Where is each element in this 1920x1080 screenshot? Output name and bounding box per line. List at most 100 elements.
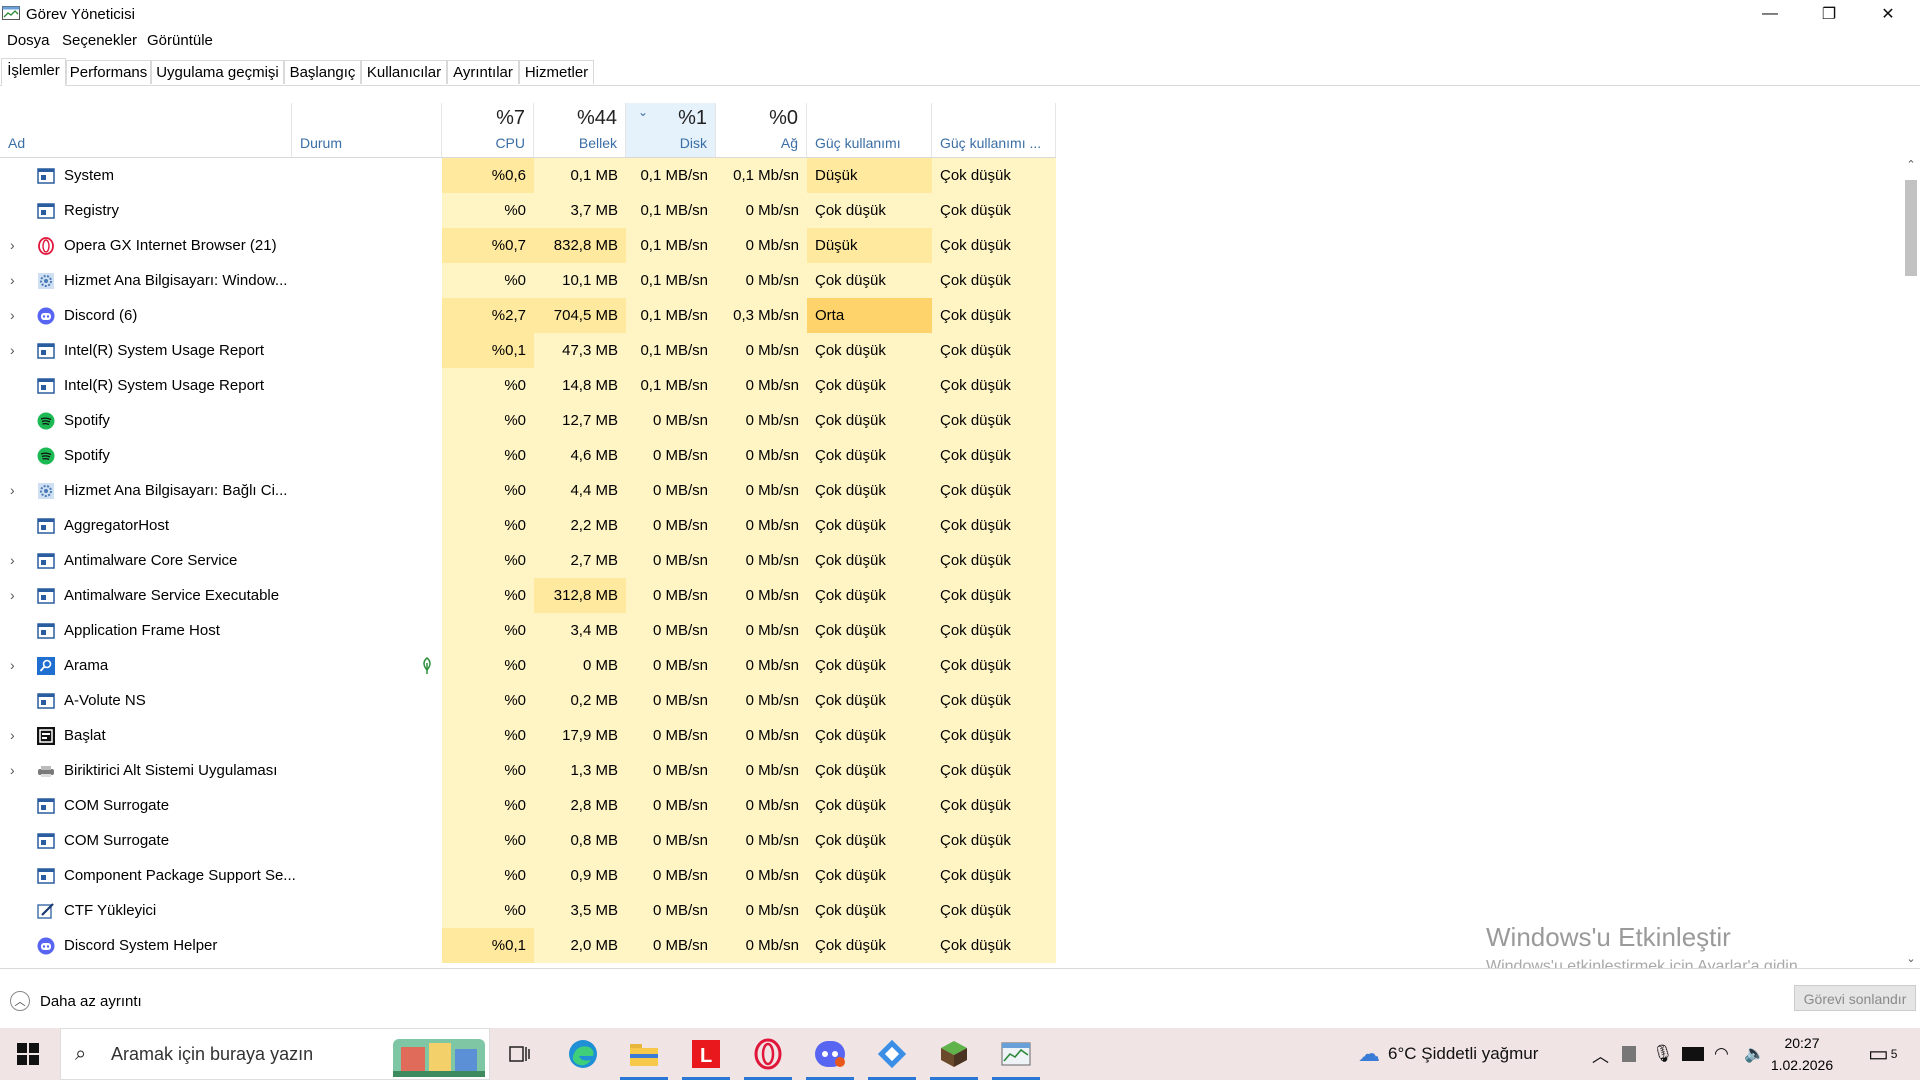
- menu-view[interactable]: Görüntüle: [147, 32, 213, 49]
- process-row[interactable]: › Discord (6) %2,7 704,5 MB 0,1 MB/sn 0,3 Mb/…: [0, 298, 1056, 333]
- process-row[interactable]: Discord System Helper %0,1 2,0 MB 0 MB/sn 0 …: [0, 928, 1056, 963]
- process-memory: 312,8 MB: [534, 578, 626, 613]
- process-disk: 0,1 MB/sn: [626, 228, 716, 263]
- column-header-status[interactable]: Durum: [292, 103, 442, 157]
- network-button[interactable]: ◠: [1714, 1028, 1729, 1080]
- tab-startup[interactable]: Başlangıç: [284, 60, 361, 84]
- scroll-up-icon[interactable]: ⌃: [1902, 158, 1920, 174]
- process-memory: 3,4 MB: [534, 613, 626, 648]
- process-disk: 0 MB/sn: [626, 473, 716, 508]
- taskbar-opera-gx[interactable]: [740, 1032, 796, 1080]
- windows-start-icon[interactable]: [16, 1042, 40, 1066]
- expand-chevron-icon[interactable]: ›: [10, 263, 15, 298]
- process-row[interactable]: › Opera GX Internet Browser (21) %0,7 832,8…: [0, 228, 1056, 263]
- taskbar-lichess[interactable]: L: [678, 1032, 734, 1080]
- process-network: 0 Mb/sn: [716, 368, 807, 403]
- close-button[interactable]: ✕: [1859, 0, 1917, 28]
- process-memory: 0,8 MB: [534, 823, 626, 858]
- taskbar-clock[interactable]: 20:27 1.02.2026: [1762, 1032, 1842, 1076]
- lichess-icon: L: [692, 1040, 720, 1068]
- expand-chevron-icon[interactable]: ›: [10, 228, 15, 263]
- column-header-memory[interactable]: %44 Bellek: [534, 103, 626, 157]
- taskbar-file-explorer[interactable]: [616, 1032, 672, 1080]
- taskbar-teams[interactable]: [864, 1032, 920, 1080]
- less-details-button[interactable]: ︿ Daha az ayrıntı: [10, 991, 142, 1011]
- expand-chevron-icon[interactable]: ›: [10, 578, 15, 613]
- process-row[interactable]: › Intel(R) System Usage Report %0,1 47,3 MB…: [0, 333, 1056, 368]
- process-row[interactable]: Intel(R) System Usage Report %0 14,8 MB 0,1…: [0, 368, 1056, 403]
- expand-chevron-icon[interactable]: ›: [10, 298, 15, 333]
- column-header-power[interactable]: Güç kullanımı: [807, 103, 932, 157]
- notification-center-button[interactable]: ▭ 5: [1868, 1028, 1897, 1080]
- tab-users[interactable]: Kullanıcılar: [361, 60, 447, 84]
- expand-chevron-icon[interactable]: ›: [10, 333, 15, 368]
- process-row[interactable]: › Antimalware Service Executable %0 312,8 M…: [0, 578, 1056, 613]
- weather-widget[interactable]: ☁ 6°C Şiddetli yağmur: [1358, 1028, 1538, 1080]
- process-power: Çok düşük: [807, 438, 932, 473]
- taskbar-discord[interactable]: [802, 1032, 858, 1080]
- process-memory: 47,3 MB: [534, 333, 626, 368]
- menu-options[interactable]: Seçenekler: [62, 32, 137, 49]
- tab-app-history[interactable]: Uygulama geçmişi: [151, 60, 284, 84]
- process-row[interactable]: › Arama %0 0 MB 0 MB/sn 0 Mb/sn Çok düşük Çok d…: [0, 648, 1056, 683]
- menu-file[interactable]: Dosya: [7, 32, 50, 49]
- column-header-power-trend[interactable]: Güç kullanımı ...: [932, 103, 1056, 157]
- tab-services[interactable]: Hizmetler: [519, 60, 594, 84]
- show-hidden-icons-button[interactable]: ︿: [1592, 1028, 1609, 1080]
- process-row[interactable]: Application Frame Host %0 3,4 MB 0 MB/sn 0 M…: [0, 613, 1056, 648]
- taskbar-search-box[interactable]: ⌕ Aramak için buraya yazın: [60, 1028, 490, 1080]
- process-cpu: %0: [442, 718, 534, 753]
- process-row[interactable]: Component Package Support Se... %0 0,9 MB 0…: [0, 858, 1056, 893]
- process-row[interactable]: COM Surrogate %0 2,8 MB 0 MB/sn 0 Mb/sn Çok d…: [0, 788, 1056, 823]
- taskbar-edge[interactable]: [555, 1032, 611, 1076]
- process-row[interactable]: › Biriktirici Alt Sistemi Uygulaması %0 1,3…: [0, 753, 1056, 788]
- scroll-down-icon[interactable]: ⌄: [1902, 952, 1920, 968]
- process-row[interactable]: AggregatorHost %0 2,2 MB 0 MB/sn 0 Mb/sn Çok …: [0, 508, 1056, 543]
- microphone-button[interactable]: 🎙: [1652, 1028, 1674, 1080]
- tab-processes[interactable]: İşlemler: [1, 58, 66, 86]
- tab-details[interactable]: Ayrıntılar: [447, 60, 519, 84]
- expand-chevron-icon[interactable]: ›: [10, 718, 15, 753]
- tray-app[interactable]: [1622, 1028, 1636, 1080]
- battery-button[interactable]: [1682, 1028, 1704, 1080]
- process-row[interactable]: › Hizmet Ana Bilgisayarı: Window... %0 10,1…: [0, 263, 1056, 298]
- process-cpu: %0: [442, 368, 534, 403]
- taskbar-task-manager[interactable]: [988, 1032, 1044, 1080]
- vertical-scrollbar[interactable]: ⌃ ⌄: [1902, 158, 1920, 968]
- column-header-cpu[interactable]: %7 CPU: [442, 103, 534, 157]
- minecraft-icon: [941, 1041, 967, 1067]
- process-power: Orta: [807, 298, 932, 333]
- process-row[interactable]: › Başlat %0 17,9 MB 0 MB/sn 0 Mb/sn Çok düşük Ç…: [0, 718, 1056, 753]
- process-row[interactable]: Registry %0 3,7 MB 0,1 MB/sn 0 Mb/sn Çok düşü…: [0, 193, 1056, 228]
- scrollbar-thumb[interactable]: [1905, 180, 1917, 276]
- expand-chevron-icon[interactable]: ›: [10, 473, 15, 508]
- process-cpu: %0: [442, 403, 534, 438]
- column-label-power-trend: Güç kullanımı ...: [940, 135, 1042, 151]
- tab-performance[interactable]: Performans: [66, 60, 151, 84]
- process-row[interactable]: Spotify %0 12,7 MB 0 MB/sn 0 Mb/sn Çok düşük Ç…: [0, 403, 1056, 438]
- column-label-network: Ağ: [780, 135, 798, 151]
- expand-chevron-icon[interactable]: ›: [10, 543, 15, 578]
- process-row[interactable]: COM Surrogate %0 0,8 MB 0 MB/sn 0 Mb/sn Çok d…: [0, 823, 1056, 858]
- column-header-name[interactable]: Ad: [0, 103, 292, 157]
- discord-icon: [37, 307, 55, 325]
- expand-chevron-icon[interactable]: ›: [10, 753, 15, 788]
- taskbar-minecraft[interactable]: [926, 1032, 982, 1080]
- notification-count: 5: [1890, 1047, 1898, 1061]
- column-header-disk[interactable]: ⌄ %1 Disk: [626, 103, 716, 157]
- process-row[interactable]: › Antimalware Core Service %0 2,7 MB 0 MB/sn…: [0, 543, 1056, 578]
- process-row[interactable]: System %0,6 0,1 MB 0,1 MB/sn 0,1 Mb/sn Düşük Ç…: [0, 158, 1056, 193]
- task-view-button[interactable]: [492, 1032, 548, 1076]
- process-row[interactable]: CTF Yükleyici %0 3,5 MB 0 MB/sn 0 Mb/sn Çok d…: [0, 893, 1056, 928]
- process-row[interactable]: › Hizmet Ana Bilgisayarı: Bağlı Ci... %0 4,…: [0, 473, 1056, 508]
- weather-text: 6°C Şiddetli yağmur: [1388, 1044, 1539, 1063]
- end-task-button[interactable]: Görevi sonlandır: [1794, 985, 1916, 1011]
- process-row[interactable]: Spotify %0 4,6 MB 0 MB/sn 0 Mb/sn Çok düşük Ço…: [0, 438, 1056, 473]
- minimize-button[interactable]: —: [1741, 0, 1799, 28]
- process-cpu: %0: [442, 788, 534, 823]
- less-details-label: Daha az ayrıntı: [40, 992, 142, 1010]
- expand-chevron-icon[interactable]: ›: [10, 648, 15, 683]
- restore-button[interactable]: ❐: [1800, 0, 1858, 28]
- process-row[interactable]: A-Volute NS %0 0,2 MB 0 MB/sn 0 Mb/sn Çok düş…: [0, 683, 1056, 718]
- column-header-network[interactable]: %0 Ağ: [716, 103, 807, 157]
